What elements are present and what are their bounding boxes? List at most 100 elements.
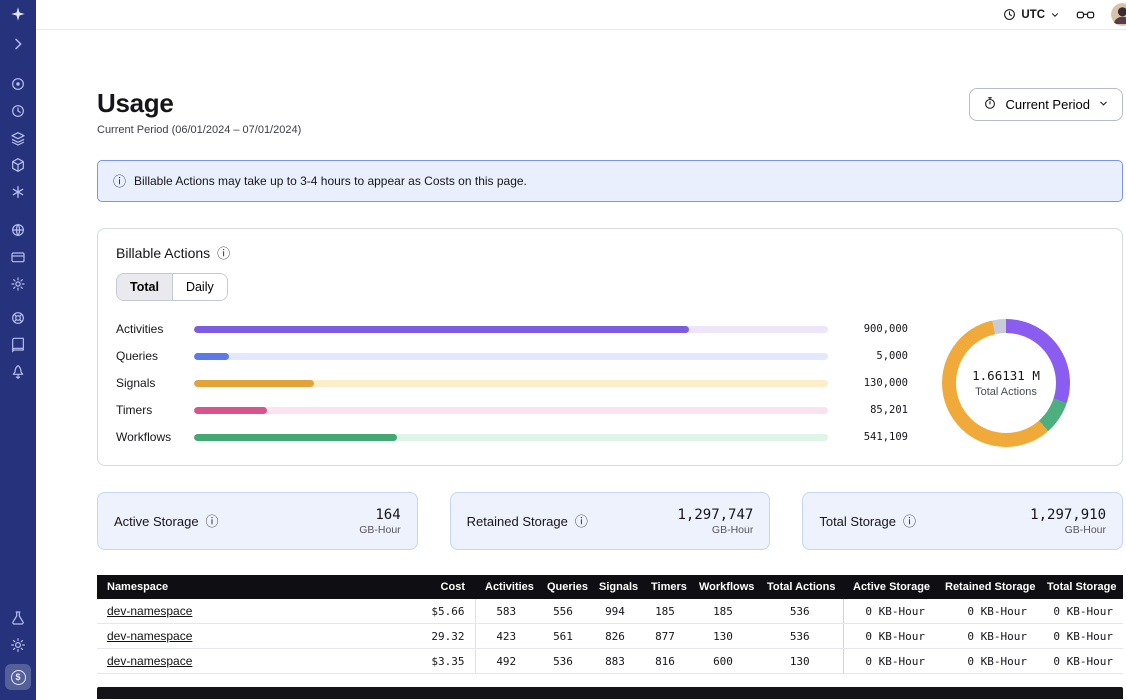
namespace-link[interactable]: dev-namespace: [107, 629, 192, 643]
docs-book-icon[interactable]: [10, 337, 26, 353]
table-row: dev-namespace 29.32 423 561 826 877 130 …: [97, 624, 1123, 649]
active-storage-value: 164: [375, 507, 400, 523]
total-actions-label: Total Actions: [975, 386, 1037, 398]
page-title: Usage: [97, 88, 301, 119]
support-lifebuoy-icon[interactable]: [10, 310, 26, 326]
info-banner-text: Billable Actions may take up to 3-4 hour…: [134, 174, 527, 188]
table-header-row: Namespace Cost Activities Queries Signal…: [97, 575, 1123, 599]
bar-label: Queries: [116, 349, 180, 363]
sidebar: [0, 0, 36, 700]
globe-icon[interactable]: [10, 222, 26, 238]
bar-row-activities: Activities 900,000: [116, 322, 908, 337]
bar-label: Signals: [116, 376, 180, 390]
total-actions-cell: 536: [757, 624, 843, 649]
usage-bar-fill: [194, 353, 229, 360]
usage-bar-track: [194, 326, 828, 333]
billable-actions-title: Billable Actions: [116, 245, 210, 261]
page-subtitle: Current Period (06/01/2024 – 07/01/2024): [97, 124, 301, 136]
period-button-label: Current Period: [1005, 97, 1090, 112]
namespace-link[interactable]: dev-namespace: [107, 654, 192, 668]
period-selector-button[interactable]: Current Period: [969, 88, 1123, 121]
bar-value: 900,000: [842, 323, 908, 335]
namespace-link[interactable]: dev-namespace: [107, 604, 192, 618]
sidebar-collapse-chevron-icon[interactable]: [10, 36, 26, 52]
bar-value: 130,000: [842, 377, 908, 389]
usage-bar-track: [194, 380, 828, 387]
total-storage-cell: 0 KB-Hour: [1037, 649, 1123, 674]
usage-bar-fill: [194, 380, 314, 387]
stopwatch-icon: [983, 96, 997, 113]
active-storage-label: Active Storage: [114, 514, 199, 529]
usage-bar-track: [194, 353, 828, 360]
bar-label: Workflows: [116, 430, 180, 444]
chevron-down-icon: [1050, 10, 1060, 20]
table-row: dev-namespace $5.66 583 556 994 185 185 …: [97, 599, 1123, 624]
timezone-dropdown[interactable]: UTC: [1003, 8, 1060, 21]
retained-storage-unit: GB-Hour: [712, 524, 753, 536]
col-cost: Cost: [397, 575, 475, 599]
total-storage-cell: 0 KB-Hour: [1037, 599, 1123, 624]
col-workflows: Workflows: [689, 575, 757, 599]
col-queries: Queries: [537, 575, 589, 599]
billing-card-icon[interactable]: [10, 249, 26, 265]
info-icon[interactable]: [575, 515, 588, 528]
namespaces-icon[interactable]: [10, 76, 26, 92]
user-menu[interactable]: [1111, 3, 1126, 26]
avatar: [1111, 3, 1126, 26]
donut-center: 1.66131 M Total Actions: [956, 333, 1056, 433]
queries-cell: 556: [537, 599, 589, 624]
usage-bar-fill: [194, 326, 689, 333]
usage-dollar-icon[interactable]: [5, 664, 31, 690]
history-icon[interactable]: [10, 103, 26, 119]
col-signals: Signals: [589, 575, 641, 599]
activities-cell: 492: [475, 649, 537, 674]
col-timers: Timers: [641, 575, 689, 599]
theme-sun-icon[interactable]: [10, 637, 26, 653]
cube-icon[interactable]: [10, 157, 26, 173]
retained-storage-label: Retained Storage: [467, 514, 568, 529]
usage-bar-track: [194, 407, 828, 414]
retained-storage-value: 1,297,747: [677, 507, 753, 523]
signals-cell: 826: [589, 624, 641, 649]
col-total-actions: Total Actions: [757, 575, 843, 599]
info-icon[interactable]: [206, 515, 219, 528]
activities-cell: 423: [475, 624, 537, 649]
usage-bar-fill: [194, 407, 267, 414]
topbar: UTC: [36, 0, 1126, 30]
info-icon[interactable]: [217, 247, 230, 260]
storage-summary-row: Active Storage 164 GB-Hour Retained Stor…: [97, 492, 1123, 550]
total-storage-label: Total Storage: [819, 514, 896, 529]
chevron-down-icon: [1098, 97, 1109, 112]
retained-storage-cell: 0 KB-Hour: [935, 599, 1037, 624]
billable-actions-card: Billable Actions Total Daily Activities …: [97, 228, 1123, 466]
retained-storage-cell: 0 KB-Hour: [935, 624, 1037, 649]
billable-actions-chart: Activities 900,000 Queries 5,000 Signals: [116, 319, 1104, 447]
donut-chart: 1.66131 M Total Actions: [942, 319, 1070, 447]
signals-cell: 883: [589, 649, 641, 674]
bar-row-signals: Signals 130,000: [116, 376, 908, 391]
timers-cell: 816: [641, 649, 689, 674]
app-root: UTC Usage Curren: [0, 0, 1126, 700]
timezone-label: UTC: [1021, 9, 1045, 21]
usage-bar-track: [194, 434, 828, 441]
settings-gear-icon[interactable]: [10, 276, 26, 292]
info-icon[interactable]: [903, 515, 916, 528]
cost-cell: $5.66: [397, 599, 475, 624]
total-storage-unit: GB-Hour: [1065, 524, 1106, 536]
bar-label: Activities: [116, 322, 180, 336]
tab-total[interactable]: Total: [117, 274, 173, 300]
retained-storage-cell: 0 KB-Hour: [935, 649, 1037, 674]
cost-cell: $3.35: [397, 649, 475, 674]
layers-icon[interactable]: [10, 130, 26, 146]
temporal-logo-icon[interactable]: [10, 6, 26, 22]
active-storage-cell: 0 KB-Hour: [843, 599, 935, 624]
rocket-icon[interactable]: [10, 364, 26, 380]
workflows-cell: 130: [689, 624, 757, 649]
queries-cell: 561: [537, 624, 589, 649]
col-total-storage: Total Storage: [1037, 575, 1123, 599]
asterisk-icon[interactable]: [10, 184, 26, 200]
col-activities: Activities: [475, 575, 537, 599]
lab-flask-icon[interactable]: [10, 610, 26, 626]
tab-daily[interactable]: Daily: [173, 274, 227, 300]
glasses-icon[interactable]: [1076, 8, 1095, 22]
